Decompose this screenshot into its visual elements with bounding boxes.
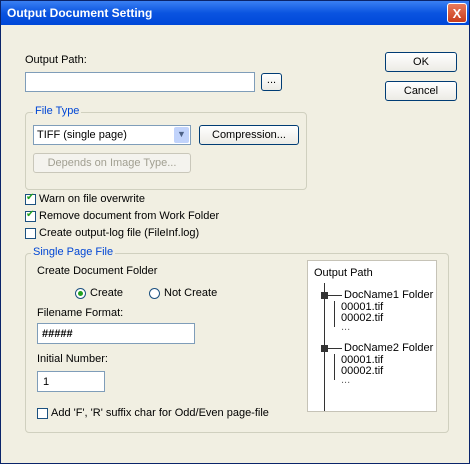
folder1-child-line — [334, 301, 335, 327]
file-type-group-label: File Type — [33, 105, 82, 117]
create-log-checkbox[interactable] — [25, 228, 36, 239]
remove-document-label: Remove document from Work Folder — [39, 210, 220, 222]
suffix-checkbox[interactable] — [37, 408, 48, 419]
create-radio[interactable] — [75, 288, 86, 299]
browse-button[interactable]: ... — [261, 73, 282, 91]
filename-format-input[interactable]: ##### — [37, 323, 195, 344]
folder1-branch-line — [324, 295, 342, 296]
output-path-tree: Output Path DocName1 Folder 00001.tif 00… — [307, 260, 437, 412]
folder2-file-more: ... — [341, 374, 351, 386]
folder1-file-more: ... — [341, 321, 351, 333]
window-title: Output Document Setting — [7, 6, 153, 20]
warn-overwrite-checkbox[interactable] — [25, 192, 36, 205]
output-path-input[interactable] — [25, 72, 255, 92]
depends-on-image-type-button[interactable]: Depends on Image Type... — [33, 153, 191, 173]
tree-title: Output Path — [314, 267, 373, 279]
chevron-down-icon[interactable]: ▼ — [174, 127, 189, 143]
ok-button[interactable]: OK — [385, 52, 457, 72]
compression-button[interactable]: Compression... — [199, 125, 299, 145]
title-bar[interactable]: Output Document Setting X — [1, 1, 469, 25]
create-log-label: Create output-log file (FileInf.log) — [39, 227, 200, 239]
not-create-radio[interactable] — [149, 288, 160, 299]
single-page-group-label: Single Page File — [31, 246, 116, 258]
file-type-selected: TIFF (single page) — [37, 129, 127, 141]
create-folder-label: Create Document Folder — [37, 265, 158, 277]
close-button[interactable]: X — [447, 3, 467, 23]
folder2-name: DocName2 Folder — [344, 342, 434, 354]
remove-document-checkbox[interactable] — [25, 209, 36, 222]
close-icon: X — [452, 6, 462, 21]
initial-number-label: Initial Number: — [37, 353, 108, 365]
folder1-name: DocName1 Folder — [344, 289, 434, 301]
file-type-group — [25, 112, 307, 190]
folder2-branch-line — [324, 348, 342, 349]
warn-overwrite-label: Warn on file overwrite — [39, 193, 145, 205]
initial-number-input[interactable]: 1 — [37, 371, 105, 392]
folder2-child-line — [334, 354, 335, 380]
create-radio-label: Create — [90, 287, 124, 299]
output-path-label: Output Path: — [25, 54, 87, 66]
filename-format-label: Filename Format: — [37, 307, 124, 319]
cancel-button[interactable]: Cancel — [385, 81, 457, 101]
suffix-label: Add 'F', 'R' suffix char for Odd/Even pa… — [51, 407, 269, 419]
not-create-radio-label: Not Create — [164, 287, 218, 299]
file-type-select[interactable]: TIFF (single page) ▼ — [33, 125, 191, 145]
dialog-window: Output Document Setting X Output Path: .… — [0, 0, 470, 464]
